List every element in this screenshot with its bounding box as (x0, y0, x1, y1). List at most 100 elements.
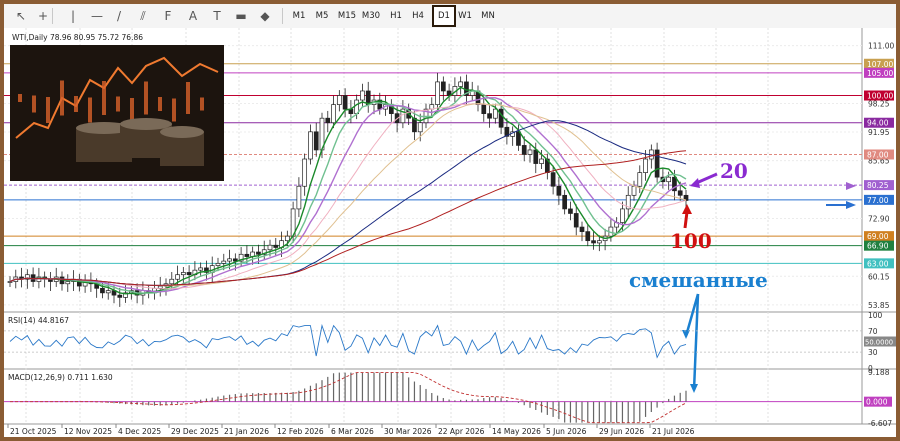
vertical-line-icon[interactable]: | (64, 7, 82, 25)
level-tag-label: 63.00 (867, 259, 889, 268)
candle-body (336, 95, 342, 105)
candle-body (273, 244, 279, 248)
candle-body (596, 240, 602, 244)
candle-body (180, 272, 186, 276)
timeframe-d1[interactable]: D1 (432, 5, 456, 27)
candle-body (481, 104, 487, 115)
timeframe-m15[interactable]: M15 (336, 7, 358, 25)
outer-frame: ↖ + | — / ⫽ F A T ▬ ◆ M1 M5 M15 M30 H1 H4 D1 W1 MN 111.00 98… (0, 0, 900, 441)
timeframe-mn[interactable]: MN (478, 7, 498, 25)
shapes-icon[interactable]: ◆ (256, 7, 274, 25)
inset-photo (10, 45, 224, 181)
candle-body (308, 131, 313, 160)
time-tick-label: 4 Dec 2025 (118, 427, 161, 436)
candle-body (117, 294, 123, 298)
time-tick-label: 21 Jan 2026 (224, 427, 269, 436)
inset-photo-bar (200, 97, 204, 111)
annotation-100-arrow (683, 211, 689, 229)
candle-body (620, 208, 625, 223)
candle-body (487, 113, 492, 119)
timeframe-m30[interactable]: M30 (360, 7, 382, 25)
fibonacci-icon[interactable]: F (159, 7, 177, 25)
time-tick-label: 30 Mar 2026 (384, 427, 432, 436)
level-tag-label: 80.25 (867, 181, 889, 190)
time-tick-label: 22 Apr 2026 (438, 427, 485, 436)
level-tag-label: 94.00 (867, 119, 889, 128)
trendline-icon[interactable]: / (110, 7, 128, 25)
candle-body (556, 185, 562, 196)
candle-body (654, 149, 660, 178)
toolbar-separator (282, 8, 283, 24)
macd-label: MACD(12,26,9) 0.711 1.630 (8, 373, 113, 382)
candle-body (157, 285, 163, 289)
inset-photo-bar (116, 96, 120, 112)
candle-body (521, 145, 527, 155)
rectangle-icon[interactable]: ▬ (232, 7, 250, 25)
candle-body (360, 90, 365, 101)
candle-body (579, 226, 585, 232)
level-tag-label: 66.90 (867, 242, 889, 251)
channel-icon[interactable]: ⫽ (134, 7, 152, 25)
timeframe-m5[interactable]: M5 (313, 7, 331, 25)
annotation-mixed: смешанные (629, 268, 768, 292)
cursor-icon[interactable]: ↖ (12, 7, 30, 25)
inset-photo-bar (88, 97, 92, 123)
inset-photo-bar (130, 98, 134, 122)
text-icon[interactable]: A (184, 7, 202, 25)
macd-tick-label: 0.000 (866, 398, 888, 407)
rsi-tick-label: 50.0000 (865, 339, 893, 347)
candle-body (492, 108, 498, 119)
candle-body (562, 194, 568, 210)
toolbar-separator (52, 8, 53, 24)
candle-body (215, 263, 221, 266)
chart-canvas: 111.0098.2591.9585.6572.9060.1553.85107.… (4, 28, 896, 437)
candle-body (169, 278, 175, 285)
candle-body (417, 122, 423, 133)
rsi-tick-label: 30 (868, 348, 878, 357)
candle-body (256, 251, 261, 255)
horizontal-line-icon[interactable]: — (88, 7, 106, 25)
toolbar: ↖ + | — / ⫽ F A T ▬ ◆ M1 M5 M15 M30 H1 H4 D1 W1 MN (4, 4, 896, 29)
candle-body (221, 260, 227, 264)
inset-photo-bar (144, 81, 148, 115)
macd-tick-label: 9.188 (868, 368, 890, 377)
candle-body (591, 240, 596, 244)
candle-body (533, 149, 539, 164)
candle-body (631, 185, 637, 196)
time-tick-label: 14 May 2026 (492, 427, 541, 436)
terminal-window: ↖ + | — / ⫽ F A T ▬ ◆ M1 M5 M15 M30 H1 H4 D1 W1 MN 111.00 98… (4, 4, 896, 437)
timeframe-m1[interactable]: M1 (290, 7, 308, 25)
annotation-20: 20 (720, 159, 748, 183)
symbol-header: WTI,Daily 78.96 80.95 75.72 76.86 (12, 33, 143, 42)
timeframe-h4[interactable]: H4 (409, 7, 427, 25)
candle-body (585, 231, 591, 242)
candle-body (175, 274, 180, 280)
timeframe-w1[interactable]: W1 (456, 7, 474, 25)
price-tick-label: 91.95 (868, 128, 890, 137)
level-tag-label: 87.00 (867, 150, 889, 159)
candle-body (267, 244, 273, 251)
candle-body (244, 253, 250, 257)
candle-body (440, 81, 446, 92)
inset-photo-bar (74, 96, 78, 112)
candle-body (677, 190, 683, 196)
candle-body (573, 213, 579, 228)
time-tick-label: 12 Feb 2026 (277, 427, 324, 436)
label-icon[interactable]: T (208, 7, 226, 25)
timeframe-h1[interactable]: H1 (387, 7, 405, 25)
candle-body (458, 81, 464, 87)
inset-photo-barrel-top (160, 126, 204, 138)
crosshair-icon[interactable]: + (34, 7, 52, 25)
candle-body (539, 158, 544, 164)
price-tick-label: 72.90 (868, 214, 890, 223)
price-tick-label: 111.00 (868, 42, 894, 51)
time-tick-label: 21 Oct 2025 (10, 427, 57, 436)
rsi-tick-label: 100 (868, 311, 883, 320)
level-tag-label: 77.00 (867, 196, 889, 205)
candle-body (550, 172, 556, 187)
inset-photo-barrel-top (120, 118, 172, 130)
candle-body (100, 287, 105, 294)
candle-body (186, 272, 192, 276)
candle-body (198, 267, 204, 271)
candle-body (666, 176, 672, 183)
